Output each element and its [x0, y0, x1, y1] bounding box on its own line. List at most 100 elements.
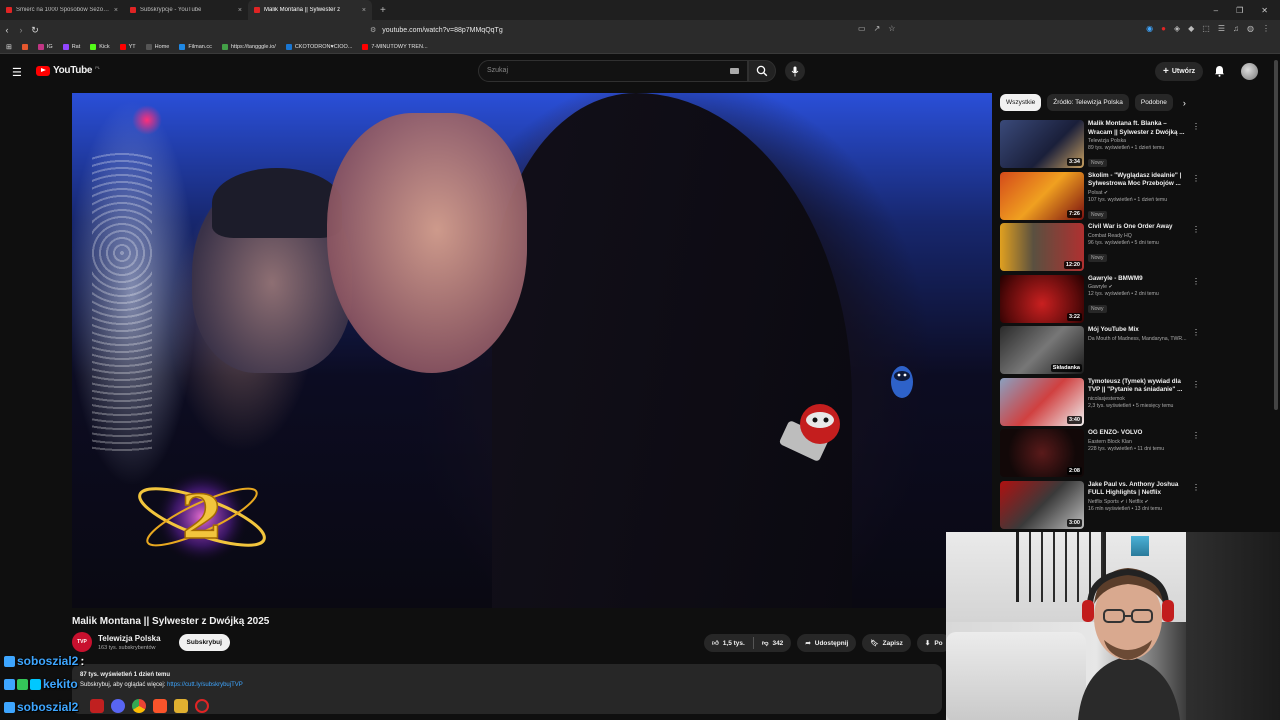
video-thumbnail[interactable]: 12:20: [1000, 223, 1084, 271]
video-thumbnail[interactable]: 3:34: [1000, 120, 1084, 168]
recommendation-channel[interactable]: Combat Ready HQ: [1088, 233, 1192, 239]
bookmark-item[interactable]: Home: [145, 43, 169, 50]
recommendation-channel[interactable]: Telewizja Polska: [1088, 138, 1192, 144]
address-bar[interactable]: ⚙ youtube.com/watch?v=88p7MMqQqTg: [370, 22, 910, 38]
search-input[interactable]: Szukaj: [478, 60, 748, 82]
bookmark-item[interactable]: [21, 43, 28, 50]
account-avatar[interactable]: [1241, 63, 1258, 80]
more-options-icon[interactable]: ⋮: [1192, 174, 1200, 183]
bookmark-star-icon[interactable]: ☆: [888, 24, 895, 33]
extension-icon[interactable]: ◈: [1174, 24, 1180, 33]
recommendation-channel[interactable]: Eastern Block Klan: [1088, 439, 1192, 445]
forward-icon[interactable]: ›: [14, 25, 28, 35]
extension-icon[interactable]: ◆: [1188, 24, 1194, 33]
extension-icon[interactable]: ☰: [1218, 24, 1225, 33]
reload-icon[interactable]: ↻: [28, 25, 42, 36]
cast-icon[interactable]: ▭: [858, 24, 866, 33]
recommendation-title[interactable]: Jake Paul vs. Anthony Joshua FULL Highli…: [1088, 481, 1192, 498]
bookmark-item[interactable]: YT: [119, 43, 136, 50]
discord-icon[interactable]: [111, 699, 125, 713]
maximize-icon[interactable]: ❐: [1236, 6, 1243, 15]
recommendation-item[interactable]: 3:40 Tymoteusz (Tymek) wywiad dla TVP ||…: [1000, 377, 1210, 430]
tab-close-icon[interactable]: ×: [114, 7, 118, 14]
bookmark-item[interactable]: https://tangggle.io/: [221, 43, 276, 50]
bookmark-item[interactable]: 7-MINUTOWY TREN...: [362, 43, 428, 50]
recommendation-title[interactable]: Malik Montana ft. Blanka – Wracam || Syl…: [1088, 120, 1192, 137]
recommendation-channel[interactable]: Gawryle ✔: [1088, 284, 1192, 290]
more-options-icon[interactable]: ⋮: [1192, 277, 1200, 286]
minimize-icon[interactable]: –: [1214, 6, 1218, 15]
browser-tab-1[interactable]: Śmierć na 1000 Sposobów Sezon 2 O ×: [0, 0, 124, 20]
extension-icon[interactable]: ⬚: [1202, 24, 1210, 33]
keyboard-icon[interactable]: [730, 68, 739, 74]
more-options-icon[interactable]: ⋮: [1192, 431, 1200, 440]
taskbar-app-icon[interactable]: [90, 699, 104, 713]
recommendation-title[interactable]: Skolim - "Wyglądasz idealnie" | Sylwestr…: [1088, 172, 1192, 189]
page-scrollbar[interactable]: [1274, 60, 1278, 410]
chip-all[interactable]: Wszystkie: [1000, 94, 1042, 111]
voice-search-button[interactable]: [785, 61, 805, 81]
recommendation-item[interactable]: 7:26 Skolim - "Wyglądasz idealnie" | Syl…: [1000, 171, 1210, 224]
recommendation-item[interactable]: Składanka Mój YouTube Mix Da Mouth of Ma…: [1000, 326, 1210, 378]
menu-icon[interactable]: ⋮: [1262, 24, 1270, 33]
more-options-icon[interactable]: ⋮: [1192, 225, 1200, 234]
video-thumbnail[interactable]: 7:26: [1000, 171, 1084, 220]
save-button[interactable]: 🔖︎ Zapisz: [862, 634, 911, 652]
extension-icon[interactable]: ●: [1161, 24, 1166, 33]
extension-icon[interactable]: ◉: [1146, 24, 1153, 33]
more-options-icon[interactable]: ⋮: [1192, 122, 1200, 131]
tab-close-icon[interactable]: ×: [238, 7, 242, 14]
recommendation-item[interactable]: 3:00 Jake Paul vs. Anthony Joshua FULL H…: [1000, 480, 1210, 533]
more-options-icon[interactable]: ⋮: [1192, 380, 1200, 389]
recommendation-item[interactable]: 3:34 Malik Montana ft. Blanka – Wracam |…: [1000, 120, 1210, 172]
dislike-button[interactable]: 👎︎ 342: [754, 634, 791, 652]
recommendation-channel[interactable]: Netflix Sports ✔ i Netflix ✔: [1088, 499, 1192, 505]
recommendation-title[interactable]: Gawryle - BMWM9: [1088, 275, 1192, 284]
bookmark-item[interactable]: Filman.cc: [179, 43, 212, 50]
description-link[interactable]: https://cutt.ly/subskrybujTVP: [167, 682, 243, 688]
share-button[interactable]: ➦ Udostępnij: [797, 634, 857, 652]
chip-similar[interactable]: Podobne: [1134, 94, 1173, 111]
site-info-icon[interactable]: ⚙: [370, 26, 376, 34]
chip-source[interactable]: Źródło: Telewizja Polska: [1047, 94, 1129, 111]
youtube-logo[interactable]: YouTube PL: [36, 65, 100, 76]
apps-icon[interactable]: ⊞: [6, 43, 12, 51]
video-thumbnail[interactable]: Składanka: [1000, 326, 1084, 374]
notifications-bell-icon[interactable]: [1214, 65, 1225, 77]
channel-name[interactable]: Telewizja Polska: [98, 634, 161, 643]
recommendation-channel[interactable]: nicolasjestemok: [1088, 396, 1192, 402]
new-tab-button[interactable]: +: [372, 5, 394, 16]
video-thumbnail[interactable]: 3:40: [1000, 377, 1084, 426]
bookmark-item[interactable]: Kick: [90, 43, 110, 50]
recommendation-title[interactable]: Mój YouTube Mix: [1088, 326, 1192, 335]
search-button[interactable]: [748, 60, 776, 82]
recommendation-title[interactable]: OG ENZO- VOLVO: [1088, 429, 1192, 438]
more-options-icon[interactable]: ⋮: [1192, 328, 1200, 337]
obs-icon[interactable]: [195, 699, 209, 713]
recommendation-title[interactable]: Tymoteusz (Tymek) wywiad dla TVP || "Pyt…: [1088, 378, 1192, 395]
hamburger-menu-icon[interactable]: ☰: [12, 66, 22, 79]
more-options-icon[interactable]: ⋮: [1192, 483, 1200, 492]
chrome-icon[interactable]: [132, 699, 146, 713]
subscribe-button[interactable]: Subskrybuj: [178, 633, 230, 651]
video-thumbnail[interactable]: 3:22: [1000, 274, 1084, 323]
bookmark-item[interactable]: CKOTODRON♥CIOO...: [285, 43, 352, 50]
browser-tab-3[interactable]: Malik Montana || Sylwester z ×: [248, 0, 372, 20]
video-thumbnail[interactable]: 3:00: [1000, 480, 1084, 529]
brave-icon[interactable]: [153, 699, 167, 713]
tab-close-icon[interactable]: ×: [362, 7, 366, 14]
share-icon[interactable]: ↗: [874, 24, 881, 33]
back-icon[interactable]: ‹: [0, 25, 14, 35]
profile-icon[interactable]: ◍: [1247, 24, 1254, 33]
taskbar-app-icon[interactable]: [174, 699, 188, 713]
recommendation-item[interactable]: 3:22 Gawryle - BMWM9 Gawryle ✔ 12 tys. w…: [1000, 274, 1210, 327]
browser-tab-2[interactable]: Subskrypcje - YouTube ×: [124, 0, 248, 20]
recommendation-item[interactable]: 2:08 OG ENZO- VOLVO Eastern Block Klan 2…: [1000, 429, 1210, 481]
bookmark-item[interactable]: Rat: [62, 43, 80, 50]
chevron-right-icon[interactable]: ›: [1183, 98, 1186, 108]
recommendation-channel[interactable]: Da Mouth of Madness, Mandaryna, TWR...: [1088, 336, 1192, 342]
recommendation-channel[interactable]: Polsat ✔: [1088, 190, 1192, 196]
bookmark-item[interactable]: IG: [37, 43, 53, 50]
recommendation-item[interactable]: 12:20 Civil War is One Order Away Combat…: [1000, 223, 1210, 275]
video-thumbnail[interactable]: 2:08: [1000, 429, 1084, 477]
